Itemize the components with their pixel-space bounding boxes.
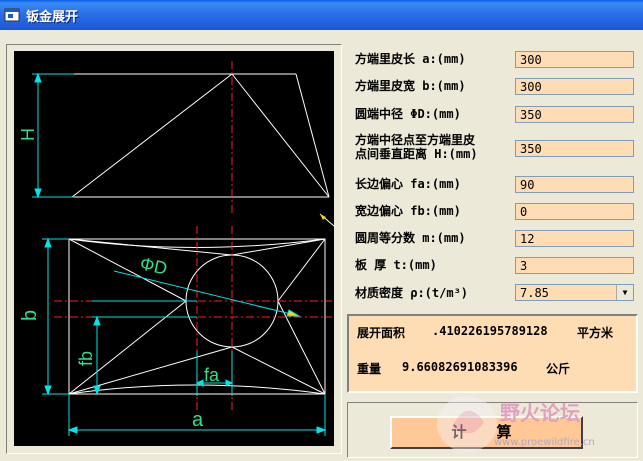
- dim-label-fb: fb: [76, 351, 96, 366]
- chevron-down-icon[interactable]: ▼: [616, 285, 633, 300]
- result-area-value: .410226195789128: [432, 324, 548, 338]
- result-weight-value: 9.66082691083396: [402, 360, 518, 374]
- label-density: 材质密度 ρ:(t/m³): [355, 286, 469, 300]
- result-weight-unit: 公斤: [546, 362, 571, 376]
- label-length-a: 方端里皮长 a:(mm): [355, 52, 466, 66]
- input-length-a[interactable]: 300: [515, 51, 634, 68]
- input-offset-fb[interactable]: 0: [515, 203, 634, 220]
- label-height-h-line2: 点间垂直距离 H:(mm): [355, 147, 478, 161]
- select-density-value: 7.85: [520, 286, 549, 300]
- input-divisions-m[interactable]: 12: [515, 230, 634, 247]
- watermark-text: 野火论坛: [500, 401, 580, 425]
- input-height-h[interactable]: 350: [515, 140, 634, 157]
- input-diameter-d[interactable]: 350: [515, 106, 634, 123]
- app-icon: [4, 8, 20, 22]
- input-thickness-t[interactable]: 3: [515, 257, 634, 274]
- result-area-label: 展开面积: [357, 326, 406, 340]
- input-offset-fa[interactable]: 90: [515, 176, 634, 193]
- label-height-h-line1: 方端中径点至方端里皮: [355, 133, 476, 147]
- dim-label-a: a: [192, 409, 204, 431]
- label-offset-fa: 长边偏心 fa:(mm): [355, 177, 461, 191]
- dim-label-fa: fa: [204, 365, 220, 385]
- title-bar[interactable]: 钣金展开: [0, 0, 643, 30]
- sheet-metal-drawing: H ΦD b fb fa a: [14, 51, 334, 446]
- label-divisions-m: 圆周等分数 m:(mm): [355, 231, 466, 245]
- dim-label-D: ΦD: [138, 253, 169, 278]
- result-weight-label: 重量: [357, 362, 382, 376]
- window-title: 钣金展开: [26, 10, 79, 25]
- dim-label-H: H: [18, 128, 38, 141]
- label-offset-fb: 宽边偏心 fb:(mm): [355, 204, 461, 218]
- dim-label-b: b: [19, 310, 41, 321]
- input-width-b[interactable]: 300: [515, 78, 634, 95]
- select-density[interactable]: 7.85 ▼: [515, 284, 634, 301]
- result-area-unit: 平方米: [577, 326, 614, 340]
- label-width-b: 方端里皮宽 b:(mm): [355, 79, 466, 93]
- watermark-url: www.proewildfire.cn: [494, 437, 595, 448]
- label-diameter-d: 圆端中径 ΦD:(mm): [355, 107, 461, 121]
- label-thickness-t: 板 厚 t:(mm): [355, 258, 437, 272]
